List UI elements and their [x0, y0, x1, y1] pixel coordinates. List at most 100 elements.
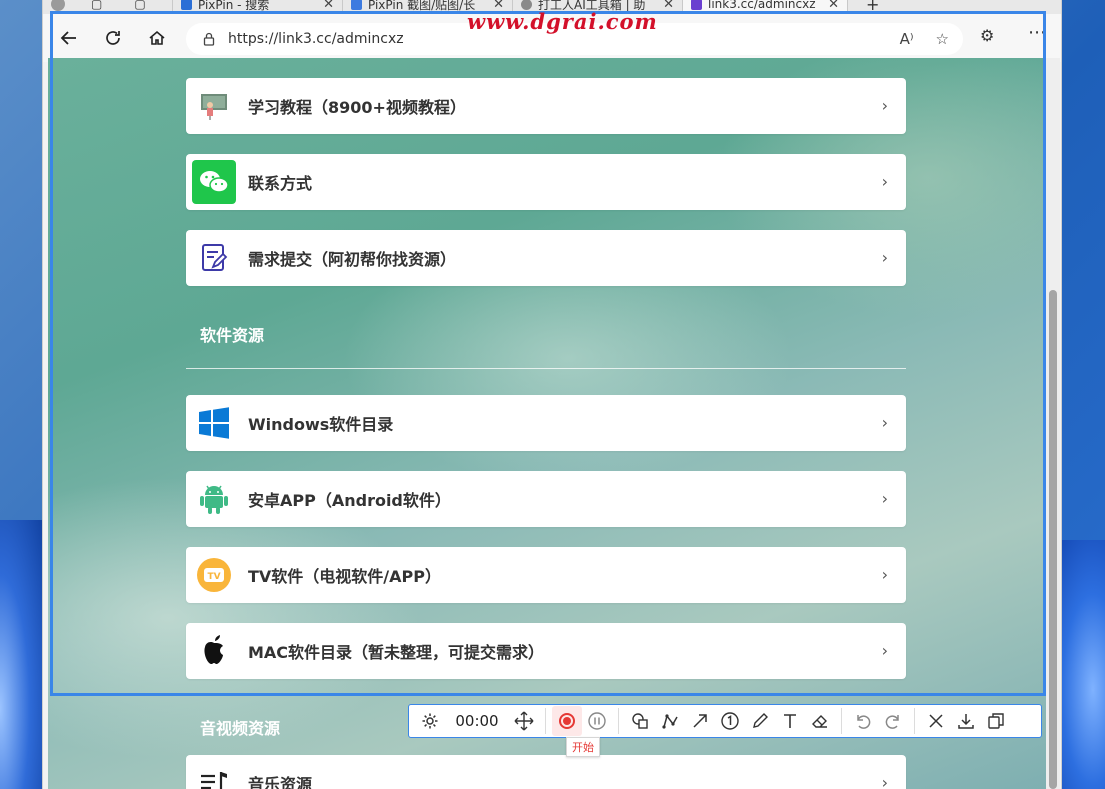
- start-record-button[interactable]: [552, 706, 582, 736]
- desktop-wallpaper-left: [0, 520, 42, 789]
- undo-icon: [857, 715, 871, 729]
- record-icon: [559, 713, 575, 729]
- text-tool-button[interactable]: [775, 706, 805, 736]
- link-item-windows[interactable]: Windows软件目录 ›: [186, 395, 906, 451]
- chevron-right-icon: ›: [881, 641, 888, 660]
- page-content: 学习教程（8900+视频教程） › 联系方式 › 需求提交（阿初帮你找资源） ›…: [48, 58, 1048, 789]
- tv-icon: TV: [192, 553, 236, 597]
- favorite-star-icon[interactable]: ☆: [936, 30, 949, 48]
- tab-workspaces[interactable]: ▢ ▢: [43, 0, 173, 14]
- link-item-contact[interactable]: 联系方式 ›: [186, 154, 906, 210]
- profile-icon: [51, 0, 65, 11]
- link-item-request[interactable]: 需求提交（阿初帮你找资源） ›: [186, 230, 906, 286]
- back-button[interactable]: [51, 20, 87, 56]
- page-scrollbar[interactable]: [1046, 58, 1060, 789]
- close-icon[interactable]: ✕: [663, 0, 674, 12]
- section-divider: [186, 368, 906, 369]
- toolbar-separator: [545, 708, 546, 734]
- move-button[interactable]: [509, 706, 539, 736]
- address-text: https://link3.cc/admincxz: [228, 31, 404, 47]
- link-label: 需求提交（阿初帮你找资源）: [248, 250, 457, 269]
- chevron-right-icon: ›: [881, 773, 888, 789]
- close-icon[interactable]: ✕: [323, 0, 334, 12]
- home-button[interactable]: [139, 20, 175, 56]
- copy-button[interactable]: [981, 706, 1011, 736]
- pixpin-favicon-icon: [351, 0, 362, 10]
- chevron-right-icon: ›: [881, 413, 888, 432]
- music-icon: [192, 761, 236, 789]
- toolbar-separator: [914, 708, 915, 734]
- pen-icon: [753, 713, 768, 728]
- more-menu-icon[interactable]: ⋯: [1028, 22, 1047, 43]
- link-label: Windows软件目录: [248, 415, 394, 434]
- polyline-tool-button[interactable]: [655, 706, 685, 736]
- tab-search[interactable]: PixPin - 搜索 ✕: [173, 0, 343, 14]
- link-label: TV软件（电视软件/APP）: [248, 567, 441, 586]
- svg-text:TV: TV: [207, 572, 220, 582]
- read-aloud-icon[interactable]: A⁾: [900, 30, 914, 48]
- link-label: 音乐资源: [248, 775, 313, 789]
- toolbar-separator: [618, 708, 619, 734]
- pause-button[interactable]: [582, 706, 612, 736]
- chevron-right-icon: ›: [881, 172, 888, 191]
- refresh-button[interactable]: [95, 20, 131, 56]
- download-icon: [958, 714, 974, 729]
- chevron-right-icon: ›: [881, 489, 888, 508]
- recording-timer: 00:00: [455, 712, 499, 730]
- close-icon: [929, 714, 943, 728]
- gear-icon: [422, 713, 438, 729]
- eraser-icon: [812, 715, 827, 728]
- extensions-icon[interactable]: ⚙: [980, 26, 994, 45]
- form-icon: [192, 236, 236, 280]
- link-item-android[interactable]: 安卓APP（Android软件） ›: [186, 471, 906, 527]
- tab-label: PixPin - 搜索: [198, 0, 270, 12]
- undo-button[interactable]: [848, 706, 878, 736]
- number-tool-button[interactable]: [715, 706, 745, 736]
- shapes-icon: [632, 713, 648, 729]
- pen-tool-button[interactable]: [745, 706, 775, 736]
- browser-window: ▢ ▢ PixPin - 搜索 ✕ PixPin 截图/贴图/长 ✕ 打工人AI…: [42, 0, 1062, 789]
- arrow-icon: [693, 714, 707, 728]
- home-icon: [149, 30, 165, 45]
- eraser-tool-button[interactable]: [805, 706, 835, 736]
- redo-button[interactable]: [878, 706, 908, 736]
- new-tab-button[interactable]: +: [858, 0, 887, 14]
- text-icon: [784, 714, 796, 728]
- close-icon[interactable]: ✕: [828, 0, 839, 12]
- scrollbar-thumb[interactable]: [1049, 290, 1057, 789]
- section-title-software: 软件资源: [200, 326, 265, 345]
- search-favicon-icon: [181, 0, 192, 10]
- arrow-tool-button[interactable]: [685, 706, 715, 736]
- watermark-text: www.dgrai.com: [467, 9, 658, 34]
- redo-icon: [885, 715, 899, 729]
- chevron-right-icon: ›: [881, 565, 888, 584]
- chevron-right-icon: ›: [881, 96, 888, 115]
- android-icon: [192, 477, 236, 521]
- link-item-music[interactable]: 音乐资源 ›: [186, 755, 906, 789]
- start-tooltip: 开始: [566, 737, 600, 757]
- link-label: 学习教程（8900+视频教程）: [248, 98, 466, 117]
- arrow-left-icon: [60, 31, 76, 45]
- circled-number-icon: [721, 712, 739, 730]
- link-item-tv[interactable]: TV TV软件（电视软件/APP） ›: [186, 547, 906, 603]
- plus-icon: +: [866, 0, 880, 14]
- tab-link3[interactable]: link3.cc/admincxz ✕: [683, 0, 848, 14]
- refresh-icon: [106, 31, 120, 45]
- copy-icon: [988, 713, 1004, 729]
- link-label: 安卓APP（Android软件）: [248, 491, 451, 510]
- pause-icon: [588, 712, 606, 730]
- shape-tool-button[interactable]: [625, 706, 655, 736]
- save-button[interactable]: [951, 706, 981, 736]
- lock-icon: [203, 32, 215, 46]
- link-item-tutorials[interactable]: 学习教程（8900+视频教程） ›: [186, 78, 906, 134]
- link-label: MAC软件目录（暂未整理，可提交需求）: [248, 643, 545, 662]
- settings-button[interactable]: [415, 706, 445, 736]
- tab-label: PixPin 截图/贴图/长: [368, 0, 476, 12]
- tab-actions-icon: ▢: [134, 0, 146, 11]
- apple-icon: [192, 629, 236, 673]
- close-recording-button[interactable]: [921, 706, 951, 736]
- windows-icon: [192, 401, 236, 445]
- link-item-mac[interactable]: MAC软件目录（暂未整理，可提交需求） ›: [186, 623, 906, 679]
- link-label: 联系方式: [248, 174, 313, 193]
- workspaces-icon: ▢: [91, 0, 103, 11]
